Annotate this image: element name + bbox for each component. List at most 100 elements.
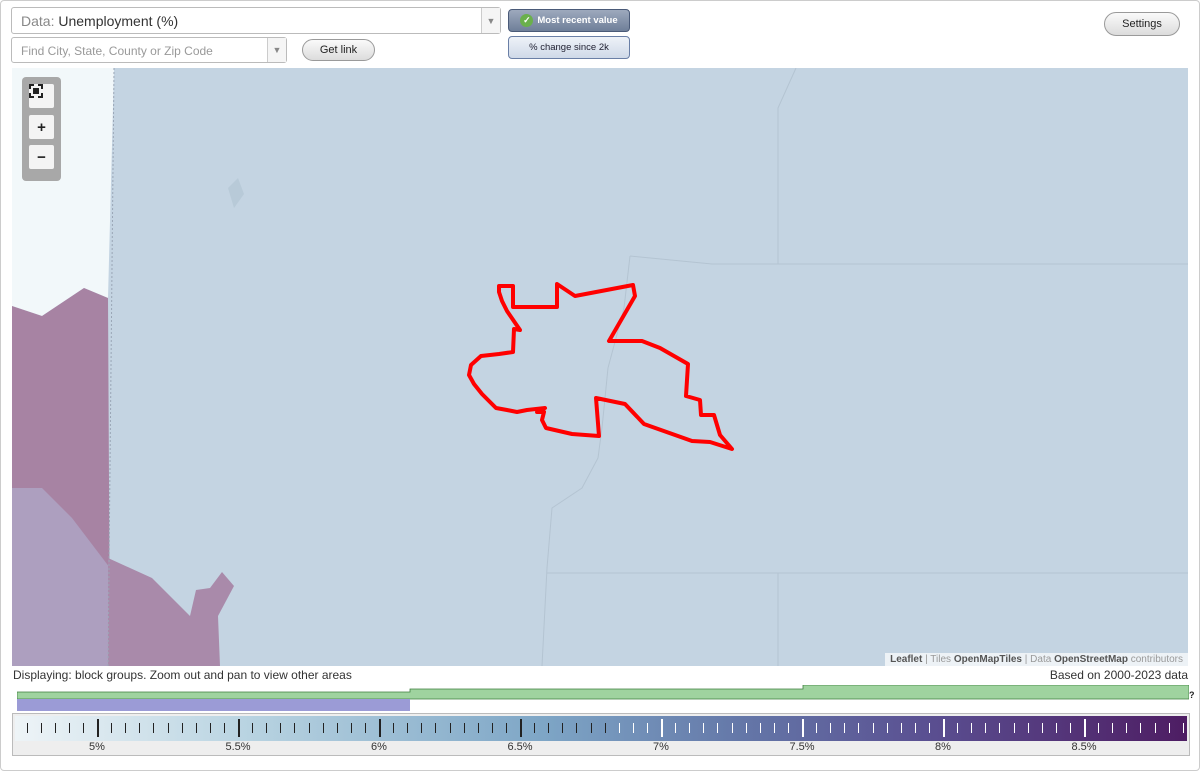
selected-area-outline: [467, 282, 734, 451]
chevron-down-icon[interactable]: ▼: [267, 38, 286, 62]
legend-minor-tick: [350, 723, 352, 733]
legend-minor-tick: [731, 723, 733, 733]
legend-label: 8.5%: [1071, 741, 1097, 753]
legend-minor-tick: [322, 723, 324, 733]
leaflet-link[interactable]: Leaflet: [890, 654, 922, 665]
legend-minor-tick: [421, 723, 423, 733]
map-layer: [12, 68, 1188, 666]
search-placeholder: Find City, State, County or Zip Code: [21, 44, 213, 58]
legend-minor-tick: [858, 723, 860, 733]
map-attribution: Leaflet | Tiles OpenMapTiles | Data Open…: [885, 653, 1188, 666]
map[interactable]: + − Leaflet | Tiles OpenMapTiles | Data …: [12, 68, 1188, 666]
legend-minor-tick: [957, 723, 959, 733]
legend-minor-tick: [604, 723, 606, 733]
displaying-status: Displaying: block groups. Zoom out and p…: [13, 668, 352, 682]
data-select-prefix: Data:: [21, 13, 55, 29]
legend-minor-tick: [548, 723, 550, 733]
legend-minor-tick: [872, 723, 874, 733]
legend-major-tick: [97, 719, 99, 737]
most-recent-value-toggle[interactable]: ✓ Most recent value: [508, 9, 630, 32]
data-select-value: Unemployment (%): [58, 13, 179, 29]
legend-minor-tick: [928, 723, 930, 733]
legend-minor-tick: [505, 723, 507, 733]
legend-minor-tick: [449, 723, 451, 733]
legend-gradient: [15, 716, 1187, 741]
legend-label: 7.5%: [789, 741, 815, 753]
legend-minor-tick: [618, 723, 620, 733]
legend-label: 5%: [89, 741, 105, 753]
legend-minor-tick: [999, 723, 1001, 733]
legend-minor-tick: [252, 723, 254, 733]
legend-major-tick: [1084, 719, 1086, 737]
zoom-out-button[interactable]: −: [29, 145, 54, 169]
legend-major-tick: [943, 719, 945, 737]
legend-major-tick: [802, 719, 804, 737]
zoom-in-button[interactable]: +: [29, 115, 54, 139]
legend-minor-tick: [886, 723, 888, 733]
legend-minor-tick: [266, 723, 268, 733]
legend-minor-tick: [816, 723, 818, 733]
legend-label: 6%: [371, 741, 387, 753]
legend-major-tick: [520, 719, 522, 737]
openmaptiles-link[interactable]: OpenMapTiles: [954, 654, 1022, 665]
legend-minor-tick: [914, 723, 916, 733]
legend-minor-tick: [1168, 723, 1170, 733]
settings-button[interactable]: Settings: [1104, 12, 1180, 36]
legend-label: 5.5%: [225, 741, 251, 753]
data-coverage-bar: [17, 685, 1189, 711]
legend-minor-tick: [195, 723, 197, 733]
help-icon[interactable]: ?: [1189, 690, 1195, 700]
legend-minor-tick: [562, 723, 564, 733]
attrib-sep: | Data: [1022, 654, 1055, 665]
legend-minor-tick: [830, 723, 832, 733]
location-search-input[interactable]: Find City, State, County or Zip Code ▼: [11, 37, 287, 63]
data-select[interactable]: Data: Unemployment (%) ▼: [11, 7, 501, 34]
legend-minor-tick: [590, 723, 592, 733]
legend-minor-tick: [223, 723, 225, 733]
legend-minor-tick: [900, 723, 902, 733]
legend-major-tick: [661, 719, 663, 737]
pct-change-toggle[interactable]: % change since 2k: [508, 36, 630, 59]
legend-minor-tick: [407, 723, 409, 733]
legend-minor-tick: [675, 723, 677, 733]
zoom-control: + −: [22, 77, 61, 181]
legend-minor-tick: [491, 723, 493, 733]
legend-minor-tick: [1112, 723, 1114, 733]
color-legend: 5% 5.5% 6% 6.5% 7% 7.5% 8% 8.5%: [12, 713, 1190, 756]
legend-minor-tick: [773, 723, 775, 733]
legend-minor-tick: [111, 723, 113, 733]
legend-minor-tick: [576, 723, 578, 733]
legend-minor-tick: [717, 723, 719, 733]
legend-minor-tick: [787, 723, 789, 733]
legend-minor-tick: [125, 723, 127, 733]
attrib-suffix: contributors: [1127, 654, 1183, 665]
legend-minor-tick: [1013, 723, 1015, 733]
legend-minor-tick: [1154, 723, 1156, 733]
region-purple-south: [108, 558, 234, 666]
boundary-lines: [107, 68, 1188, 666]
legend-label: 6.5%: [507, 741, 533, 753]
openstreetmap-link[interactable]: OpenStreetMap: [1054, 654, 1128, 665]
legend-minor-tick: [1126, 723, 1128, 733]
chevron-down-icon[interactable]: ▼: [481, 8, 500, 33]
fullscreen-icon[interactable]: [29, 84, 54, 108]
attrib-sep: | Tiles: [922, 654, 954, 665]
legend-minor-tick: [759, 723, 761, 733]
legend-minor-tick: [971, 723, 973, 733]
legend-label: 7%: [653, 741, 669, 753]
legend-label: 8%: [935, 741, 951, 753]
most-recent-label: Most recent value: [537, 15, 618, 26]
legend-minor-tick: [689, 723, 691, 733]
legend-minor-tick: [68, 723, 70, 733]
legend-minor-tick: [703, 723, 705, 733]
legend-minor-tick: [294, 723, 296, 733]
legend-minor-tick: [280, 723, 282, 733]
legend-minor-tick: [139, 723, 141, 733]
legend-minor-tick: [1041, 723, 1043, 733]
legend-minor-tick: [209, 723, 211, 733]
legend-minor-tick: [1027, 723, 1029, 733]
legend-minor-tick: [435, 723, 437, 733]
legend-major-tick: [379, 719, 381, 737]
legend-minor-tick: [463, 723, 465, 733]
get-link-button[interactable]: Get link: [302, 39, 375, 61]
